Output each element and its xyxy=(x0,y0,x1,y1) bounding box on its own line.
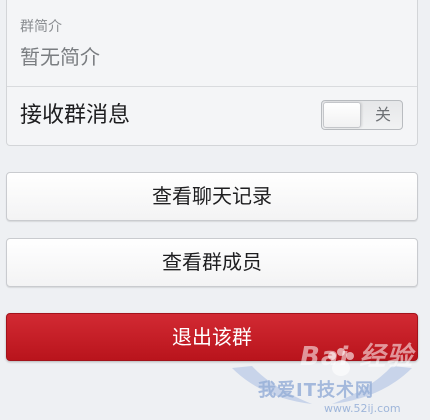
group-intro-value[interactable]: 暂无简介 xyxy=(20,44,100,70)
card-divider xyxy=(7,86,417,87)
watermark-site-url: www.52ij.com xyxy=(324,402,401,415)
group-intro-caption: 群简介 xyxy=(20,19,62,35)
view-chat-history-button[interactable]: 查看聊天记录 xyxy=(6,172,418,221)
receive-messages-toggle[interactable]: 关 xyxy=(321,100,403,130)
receive-messages-label: 接收群消息 xyxy=(20,103,131,128)
watermark-wings-graphic xyxy=(232,366,412,404)
group-info-card: 群简介 暂无简介 接收群消息 关 xyxy=(6,0,418,146)
view-members-button[interactable]: 查看群成员 xyxy=(6,238,418,287)
watermark-site-name: 我爱IT技术网 xyxy=(258,380,374,401)
toggle-knob xyxy=(323,102,361,128)
toggle-state-text: 关 xyxy=(374,105,391,124)
quit-group-button[interactable]: 退出该群 xyxy=(6,313,418,361)
